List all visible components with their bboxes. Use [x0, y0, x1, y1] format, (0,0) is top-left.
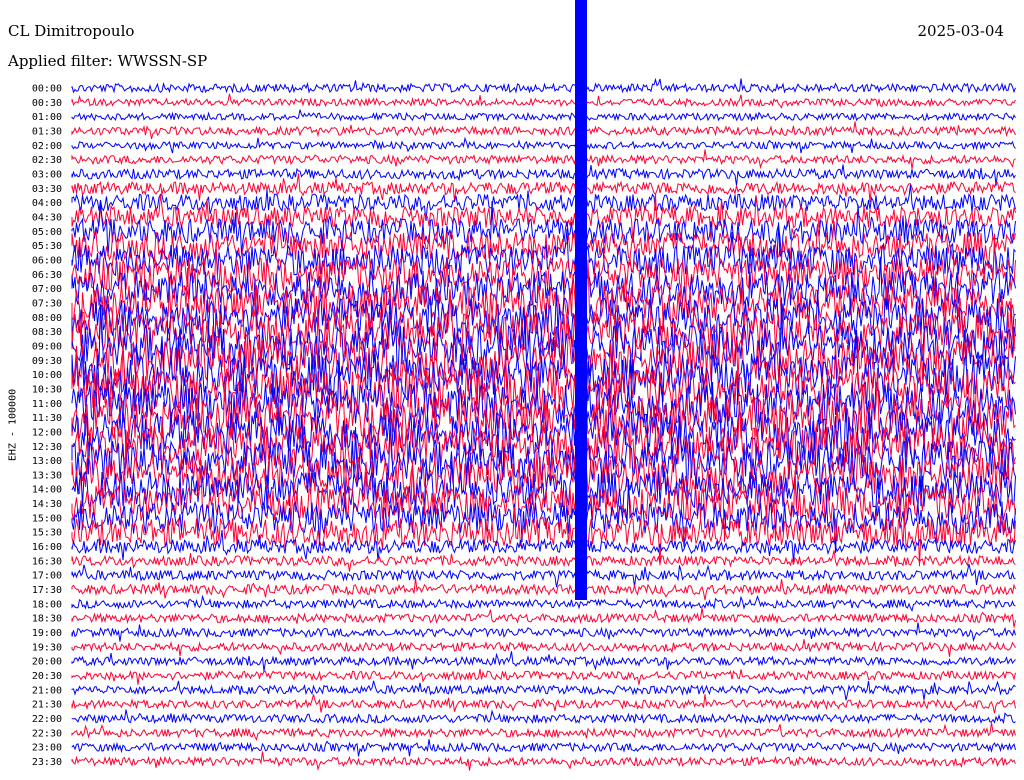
tick-label: 18:00: [32, 599, 62, 610]
tick-label: 10:00: [32, 370, 62, 381]
trace-row-1930: [71, 639, 1016, 657]
tick-label: 00:00: [32, 84, 62, 95]
tick-label: 01:30: [32, 127, 62, 138]
tick-label: 17:30: [32, 585, 62, 596]
tick-label: 20:00: [32, 657, 62, 668]
tick-label: 13:00: [32, 456, 62, 467]
trace-row-2100: [71, 680, 1016, 701]
tick-label: 20:30: [32, 671, 62, 682]
tick-label: 12:00: [32, 427, 62, 438]
trace-row-2200: [71, 709, 1016, 725]
tick-label: 21:00: [32, 685, 62, 696]
tick-label: 23:00: [32, 743, 62, 754]
event-burst: [575, 0, 587, 600]
tick-label: 14:00: [32, 485, 62, 496]
trace-row-1630: [71, 550, 1016, 572]
tick-label: 15:30: [32, 528, 62, 539]
tick-label: 01:00: [32, 112, 62, 123]
trace-row-0100: [71, 109, 1016, 123]
tick-label: 22:30: [32, 728, 62, 739]
tick-label: 19:00: [32, 628, 62, 639]
trace-layer: [71, 0, 1016, 772]
tick-label: 10:30: [32, 384, 62, 395]
trace-row-2330: [71, 751, 1016, 772]
tick-label: 03:00: [32, 170, 62, 181]
tick-label: 21:30: [32, 700, 62, 711]
tick-label: 16:30: [32, 556, 62, 567]
trace-row-1700: [71, 563, 1016, 588]
tick-label: 02:30: [32, 155, 62, 166]
tick-label: 04:30: [32, 213, 62, 224]
tick-label: 09:30: [32, 356, 62, 367]
tick-label: 13:30: [32, 470, 62, 481]
trace-row-2000: [71, 651, 1016, 672]
tick-label: 11:30: [32, 413, 62, 424]
tick-label: 09:00: [32, 341, 62, 352]
tick-label: 05:30: [32, 241, 62, 252]
tick-label: 04:00: [32, 198, 62, 209]
trace-row-1900: [71, 622, 1016, 643]
trace-row-0200: [71, 136, 1016, 154]
tick-label: 06:00: [32, 256, 62, 267]
tick-label: 15:00: [32, 513, 62, 524]
trace-row-0030: [71, 93, 1016, 109]
trace-row-1730: [71, 577, 1016, 601]
tick-label: 19:30: [32, 642, 62, 653]
trace-row-0230: [71, 149, 1016, 170]
tick-label: 05:00: [32, 227, 62, 238]
tick-label: 08:30: [32, 327, 62, 338]
tick-label: 16:00: [32, 542, 62, 553]
trace-row-0330: [71, 173, 1016, 203]
tick-label: 22:00: [32, 714, 62, 725]
trace-row-2230: [71, 722, 1016, 741]
tick-label: 17:00: [32, 571, 62, 582]
tick-label: 00:30: [32, 98, 62, 109]
trace-row-0000: [71, 77, 1016, 94]
tick-label: 11:00: [32, 399, 62, 410]
trace-row-2030: [71, 668, 1016, 685]
tick-label: 12:30: [32, 442, 62, 453]
tick-label: 14:30: [32, 499, 62, 510]
tick-label: 07:00: [32, 284, 62, 295]
trace-row-1800: [71, 594, 1016, 612]
tick-label: 23:30: [32, 757, 62, 768]
helicorder-plot: 00:00 00:30 01:00 01:30 02:00 02:30 03:00 03:30…: [32, 0, 1016, 772]
tick-label: 06:30: [32, 270, 62, 281]
tick-label: 18:30: [32, 614, 62, 625]
time-tick-labels: 00:00 00:30 01:00 01:30 02:00 02:30 03:00 03:30…: [32, 84, 62, 769]
trace-row-0130: [71, 121, 1016, 140]
trace-row-1830: [71, 607, 1016, 628]
tick-label: 02:00: [32, 141, 62, 152]
tick-label: 03:30: [32, 184, 62, 195]
tick-label: 07:30: [32, 298, 62, 309]
trace-row-2300: [71, 739, 1016, 757]
tick-label: 08:00: [32, 313, 62, 324]
trace-row-2130: [71, 694, 1016, 714]
